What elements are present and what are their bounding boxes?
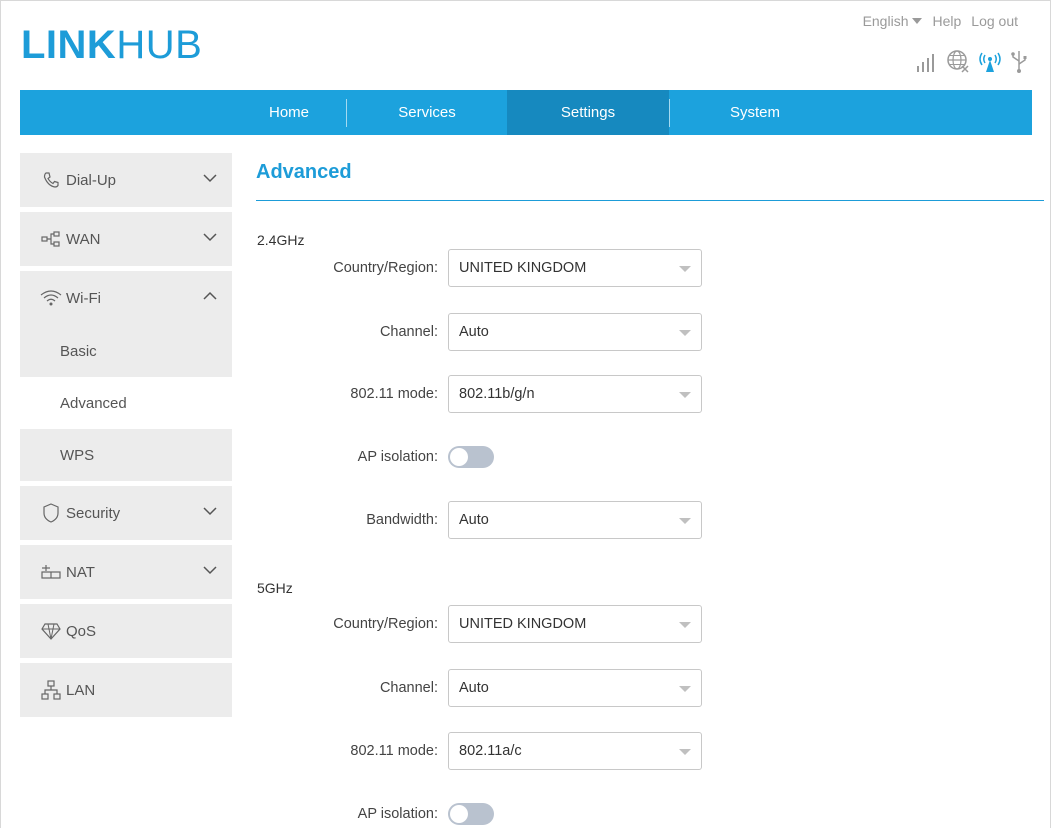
toggle-knob	[450, 448, 468, 466]
main-nav: Home Services Settings System	[20, 90, 1032, 135]
row-country-24: Country/Region: UNITED KINGDOM	[256, 249, 756, 287]
section-label-24ghz: 2.4GHz	[257, 232, 305, 248]
sidebar-subitem-advanced[interactable]: Advanced	[20, 377, 232, 429]
lan-icon	[40, 680, 62, 700]
sidebar-item-label: NAT	[66, 563, 95, 581]
wifi-icon	[40, 288, 62, 308]
brand-logo-light: HUB	[116, 23, 203, 67]
channel-select-24[interactable]: Auto	[448, 313, 702, 351]
sidebar-item-label: Dial-Up	[66, 171, 117, 189]
network-icon	[40, 229, 62, 249]
select-value: 802.11a/c	[459, 743, 522, 759]
sidebar-item-lan[interactable]: LAN	[20, 663, 232, 717]
sidebar-group-wifi: Wi-Fi Basic Advanced WPS	[20, 271, 232, 481]
toggle-knob	[450, 805, 468, 823]
chevron-up-icon	[203, 291, 217, 300]
dropdown-arrow-icon	[679, 330, 691, 336]
field-label: Channel:	[379, 680, 438, 696]
select-value: 802.11b/g/n	[459, 386, 535, 402]
wifi-broadcast-icon	[979, 52, 1001, 72]
sidebar-item-nat[interactable]: NAT	[20, 545, 232, 599]
shield-icon	[40, 503, 62, 523]
main-content: Advanced	[256, 161, 1044, 201]
sidebar-item-dialup[interactable]: Dial-Up	[20, 153, 232, 207]
country-select-5[interactable]: UNITED KINGDOM	[448, 605, 702, 643]
chevron-down-icon	[203, 174, 217, 183]
sidebar-item-label: Wi-Fi	[66, 289, 101, 307]
select-value: Auto	[459, 680, 489, 696]
dropdown-arrow-icon	[679, 686, 691, 692]
nat-icon	[40, 562, 62, 582]
row-ap-isolation-24: AP isolation:	[256, 438, 756, 476]
field-label: Country/Region:	[333, 260, 438, 276]
top-links: English Help Log out	[863, 13, 1018, 29]
sidebar-item-wifi[interactable]: Wi-Fi	[20, 271, 232, 325]
sidebar-item-label: Security	[66, 504, 121, 522]
field-label: AP isolation:	[357, 449, 438, 465]
row-mode-24: 802.11 mode: 802.11b/g/n	[256, 375, 756, 413]
signal-icon	[917, 54, 934, 72]
ap-isolation-toggle-5[interactable]	[448, 803, 494, 825]
row-country-5: Country/Region: UNITED KINGDOM	[256, 605, 756, 643]
field-label: Bandwidth:	[366, 512, 438, 528]
language-caret-icon	[912, 18, 923, 24]
sidebar-item-label: LAN	[66, 681, 96, 699]
country-select-24[interactable]: UNITED KINGDOM	[448, 249, 702, 287]
nav-services[interactable]: Services	[347, 90, 507, 135]
sidebar-subitem-wps[interactable]: WPS	[20, 429, 232, 481]
help-link[interactable]: Help	[932, 13, 961, 29]
channel-select-5[interactable]: Auto	[448, 669, 702, 707]
language-label: English	[862, 13, 909, 29]
ap-isolation-toggle-24[interactable]	[448, 446, 494, 468]
select-value: UNITED KINGDOM	[459, 260, 587, 276]
phone-icon	[40, 170, 62, 190]
usb-icon	[1011, 51, 1027, 73]
diamond-icon	[40, 621, 62, 641]
page-title: Advanced	[256, 161, 1044, 201]
status-icons	[916, 49, 1028, 73]
row-channel-24: Channel: Auto	[256, 313, 756, 351]
field-label: Country/Region:	[333, 616, 438, 632]
chevron-down-icon	[203, 233, 217, 242]
sidebar-item-wan[interactable]: WAN	[20, 212, 232, 266]
nav-home[interactable]: Home	[232, 90, 346, 135]
dropdown-arrow-icon	[679, 749, 691, 755]
logout-link[interactable]: Log out	[971, 13, 1018, 29]
field-label: 802.11 mode:	[350, 386, 438, 402]
field-label: 802.11 mode:	[350, 743, 438, 759]
sidebar-item-qos[interactable]: QoS	[20, 604, 232, 658]
sidebar-item-label: WAN	[66, 230, 101, 248]
mode-select-24[interactable]: 802.11b/g/n	[448, 375, 702, 413]
select-value: Auto	[459, 512, 489, 528]
sidebar-subitem-basic[interactable]: Basic	[20, 325, 232, 377]
field-label: AP isolation:	[357, 806, 438, 822]
sidebar: Dial-Up WAN Wi-Fi Basic Advanced WPS Sec…	[20, 153, 232, 722]
dropdown-arrow-icon	[679, 392, 691, 398]
globe-icon	[947, 50, 969, 73]
section-label-5ghz: 5GHz	[257, 580, 293, 596]
chevron-down-icon	[203, 566, 217, 575]
dropdown-arrow-icon	[679, 518, 691, 524]
nav-settings[interactable]: Settings	[507, 90, 669, 135]
dropdown-arrow-icon	[679, 266, 691, 272]
sidebar-item-security[interactable]: Security	[20, 486, 232, 540]
mode-select-5[interactable]: 802.11a/c	[448, 732, 702, 770]
brand-logo: LINKHUB	[21, 23, 202, 68]
brand-logo-bold: LINK	[21, 23, 117, 67]
row-channel-5: Channel: Auto	[256, 669, 756, 707]
select-value: Auto	[459, 324, 489, 340]
nav-system[interactable]: System	[670, 90, 840, 135]
row-bandwidth-24: Bandwidth: Auto	[256, 501, 756, 539]
row-ap-isolation-5: AP isolation:	[256, 795, 756, 828]
chevron-down-icon	[203, 507, 217, 516]
dropdown-arrow-icon	[679, 622, 691, 628]
field-label: Channel:	[379, 324, 438, 340]
row-mode-5: 802.11 mode: 802.11a/c	[256, 732, 756, 770]
bandwidth-select-24[interactable]: Auto	[448, 501, 702, 539]
select-value: UNITED KINGDOM	[459, 616, 587, 632]
sidebar-item-label: QoS	[66, 622, 97, 640]
language-selector[interactable]: English	[863, 13, 923, 29]
